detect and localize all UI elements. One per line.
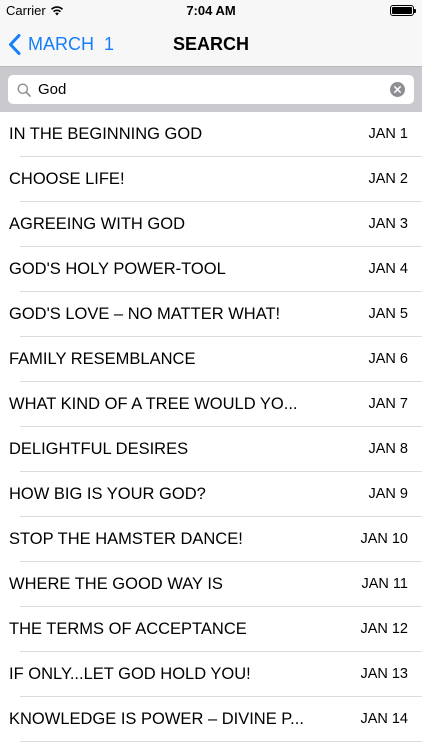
result-title: IN THE BEGINNING GOD — [9, 125, 203, 143]
search-icon — [17, 83, 31, 97]
result-title: IF ONLY...LET GOD HOLD YOU! — [9, 665, 251, 683]
result-date: JAN 8 — [368, 441, 409, 457]
result-title: STOP THE HAMSTER DANCE! — [9, 530, 243, 548]
status-bar: Carrier 7:04 AM — [0, 0, 422, 22]
result-title: FAMILY RESEMBLANCE — [9, 350, 196, 368]
result-title: THE TERMS OF ACCEPTANCE — [9, 620, 247, 638]
result-row[interactable]: CHOOSE LIFE! JAN 2 — [0, 157, 422, 202]
result-date: JAN 4 — [368, 261, 409, 277]
result-row[interactable]: HOW BIG IS YOUR GOD? JAN 9 — [0, 472, 422, 517]
result-row[interactable]: FAMILY RESEMBLANCE JAN 6 — [0, 337, 422, 382]
back-button[interactable]: MARCH 1 — [8, 22, 114, 66]
clear-search-icon[interactable] — [390, 82, 405, 97]
result-title: WHERE THE GOOD WAY IS — [9, 575, 223, 593]
navigation-bar: MARCH 1 SEARCH — [0, 22, 422, 66]
result-row[interactable]: KNOWLEDGE IS POWER – DIVINE P... JAN 14 — [0, 697, 422, 742]
result-date: JAN 14 — [360, 711, 408, 727]
search-bar — [0, 66, 422, 112]
result-title: AGREEING WITH GOD — [9, 215, 186, 233]
result-row[interactable]: GOD'S LOVE – NO MATTER WHAT! JAN 5 — [0, 292, 422, 337]
chevron-left-icon — [9, 33, 21, 55]
result-title: CHOOSE LIFE! — [9, 170, 125, 188]
search-input[interactable] — [38, 75, 390, 104]
result-row[interactable]: IN THE BEGINNING GOD JAN 1 — [0, 112, 422, 157]
result-title: WHAT KIND OF A TREE WOULD YO... — [9, 395, 298, 413]
result-title: KNOWLEDGE IS POWER – DIVINE P... — [9, 710, 304, 728]
result-row[interactable]: THE TERMS OF ACCEPTANCE JAN 12 — [0, 607, 422, 652]
result-date: JAN 1 — [368, 126, 409, 142]
result-title: GOD'S LOVE – NO MATTER WHAT! — [9, 305, 281, 323]
result-title: GOD'S HOLY POWER-TOOL — [9, 260, 226, 278]
result-row[interactable]: STOP THE HAMSTER DANCE! JAN 10 — [0, 517, 422, 562]
result-date: JAN 12 — [360, 621, 408, 637]
result-date: JAN 6 — [368, 351, 409, 367]
result-title: DELIGHTFUL DESIRES — [9, 440, 189, 458]
result-date: JAN 13 — [360, 666, 408, 682]
result-row[interactable]: DELIGHTFUL DESIRES JAN 8 — [0, 427, 422, 472]
result-date: JAN 5 — [368, 306, 409, 322]
result-date: JAN 7 — [368, 396, 409, 412]
result-title: HOW BIG IS YOUR GOD? — [9, 485, 206, 503]
result-row[interactable]: IF ONLY...LET GOD HOLD YOU! JAN 13 — [0, 652, 422, 697]
result-date: JAN 10 — [360, 531, 408, 547]
status-time: 7:04 AM — [186, 3, 236, 18]
result-row[interactable]: GOD'S HOLY POWER-TOOL JAN 4 — [0, 247, 422, 292]
result-date: JAN 3 — [368, 216, 409, 232]
search-field[interactable] — [8, 75, 414, 104]
result-date: JAN 9 — [368, 486, 409, 502]
result-row[interactable]: WHERE THE GOOD WAY IS JAN 11 — [0, 562, 422, 607]
result-date: JAN 11 — [361, 576, 408, 592]
result-row[interactable]: AGREEING WITH GOD JAN 3 — [0, 202, 422, 247]
result-row[interactable]: WHAT KIND OF A TREE WOULD YO... JAN 7 — [0, 382, 422, 427]
results-list: IN THE BEGINNING GOD JAN 1 CHOOSE LIFE! JAN… — [0, 112, 422, 742]
result-date: JAN 2 — [368, 171, 409, 187]
battery-icon — [390, 5, 416, 16]
back-button-label: MARCH 1 — [28, 33, 115, 54]
